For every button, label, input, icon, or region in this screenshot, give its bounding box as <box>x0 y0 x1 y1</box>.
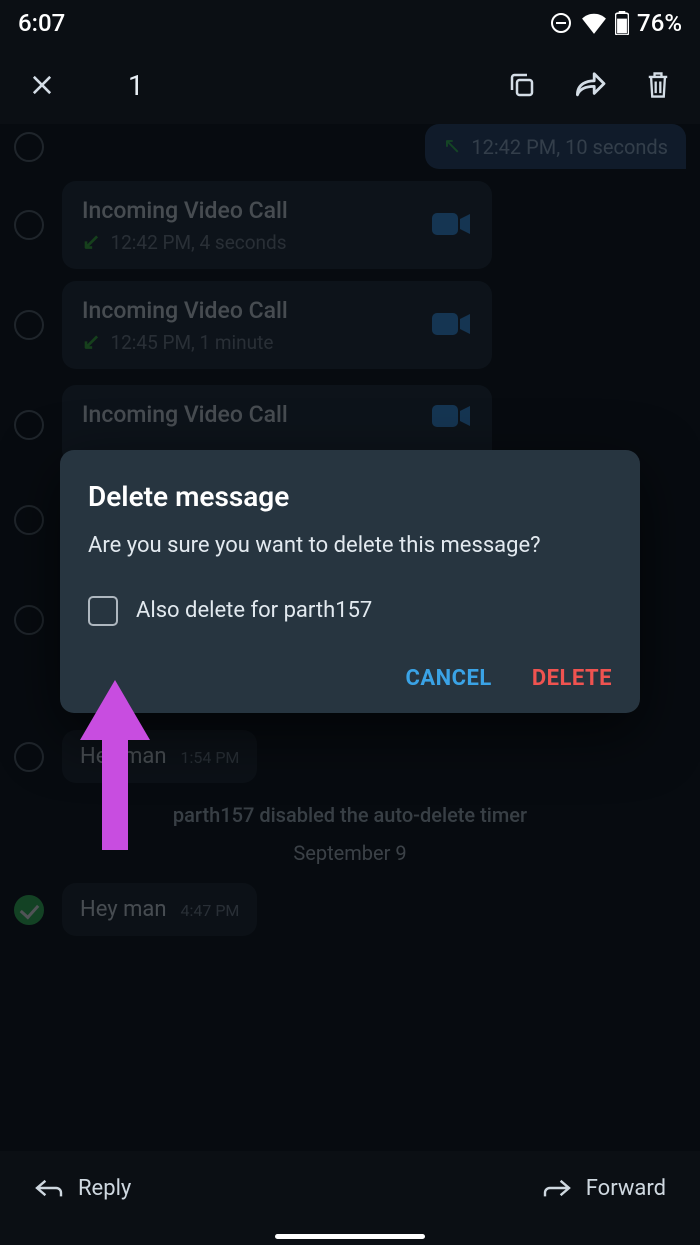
select-circle[interactable] <box>14 410 44 440</box>
status-bar: 6:07 76% <box>0 0 700 46</box>
checkbox-label: Also delete for parth157 <box>136 598 372 623</box>
forward-button[interactable]: Forward <box>542 1176 666 1201</box>
cancel-button[interactable]: CANCEL <box>405 666 491 691</box>
delete-icon[interactable] <box>636 63 680 107</box>
call-meta: 12:45 PM, 1 minute <box>110 331 273 354</box>
home-indicator <box>275 1234 425 1239</box>
call-title: Incoming Video Call <box>82 197 416 224</box>
arrow-in-icon: ↙ <box>82 230 100 255</box>
wifi-icon <box>581 12 607 34</box>
date-divider: September 9 <box>0 841 700 865</box>
close-icon[interactable] <box>20 63 64 107</box>
bottom-action-bar: Reply Forward <box>0 1151 700 1225</box>
call-meta: 12:42 PM, 10 seconds <box>471 135 668 159</box>
call-bubble: Incoming Video Call ↙ 12:45 PM, 1 minute <box>62 281 492 369</box>
dialog-body: Are you sure you want to delete this mes… <box>88 531 612 562</box>
message-row[interactable]: Incoming Video Call ↙ 12:42 PM, 4 second… <box>0 175 700 275</box>
battery-percent: 76% <box>637 9 682 37</box>
message-row[interactable]: ↗ 12:42 PM, 10 seconds <box>0 124 700 175</box>
select-circle[interactable] <box>14 310 44 340</box>
message-bubble: Hey man 4:47 PM <box>62 883 257 936</box>
message-row[interactable]: Hey man 4:47 PM <box>0 877 700 942</box>
call-title: Incoming Video Call <box>82 401 416 428</box>
battery-icon <box>615 11 629 35</box>
copy-icon[interactable] <box>500 63 544 107</box>
call-title: Incoming Video Call <box>82 297 416 324</box>
message-row[interactable]: Hey man 1:54 PM <box>0 724 700 789</box>
dialog-title: Delete message <box>88 480 612 513</box>
status-time: 6:07 <box>18 9 65 37</box>
video-camera-icon <box>432 402 472 434</box>
message-time: 1:54 PM <box>181 748 240 767</box>
system-message: parth157 disabled the auto-delete timer <box>0 803 700 827</box>
checkbox-icon[interactable] <box>88 596 118 626</box>
selection-count: 1 <box>128 69 144 102</box>
forward-icon[interactable] <box>568 63 612 107</box>
message-time: 4:47 PM <box>181 901 240 920</box>
delete-button[interactable]: DELETE <box>532 666 612 691</box>
reply-button[interactable]: Reply <box>34 1176 131 1201</box>
select-circle[interactable] <box>14 605 44 635</box>
delete-dialog: Delete message Are you sure you want to … <box>60 450 640 713</box>
also-delete-row[interactable]: Also delete for parth157 <box>88 596 612 626</box>
select-circle[interactable] <box>14 505 44 535</box>
reply-label: Reply <box>78 1176 131 1201</box>
call-bubble: Incoming Video Call ↙ 12:42 PM, 4 second… <box>62 181 492 269</box>
select-circle[interactable] <box>14 132 44 162</box>
selection-action-bar: 1 <box>0 46 700 124</box>
select-circle-checked[interactable] <box>14 895 44 925</box>
arrow-in-icon: ↙ <box>82 330 100 355</box>
message-bubble: Hey man 1:54 PM <box>62 730 257 783</box>
video-camera-icon <box>432 310 472 342</box>
arrow-out-icon: ↗ <box>443 134 461 159</box>
message-text: Hey man <box>80 744 167 769</box>
dnd-icon <box>549 11 573 35</box>
outgoing-call-fragment: ↗ 12:42 PM, 10 seconds <box>425 124 686 169</box>
message-text: Hey man <box>80 897 167 922</box>
video-camera-icon <box>432 210 472 242</box>
select-circle[interactable] <box>14 742 44 772</box>
message-row[interactable]: Incoming Video Call ↙ 12:45 PM, 1 minute <box>0 275 700 375</box>
forward-label: Forward <box>586 1176 666 1201</box>
call-meta: 12:42 PM, 4 seconds <box>110 231 286 254</box>
select-circle[interactable] <box>14 210 44 240</box>
